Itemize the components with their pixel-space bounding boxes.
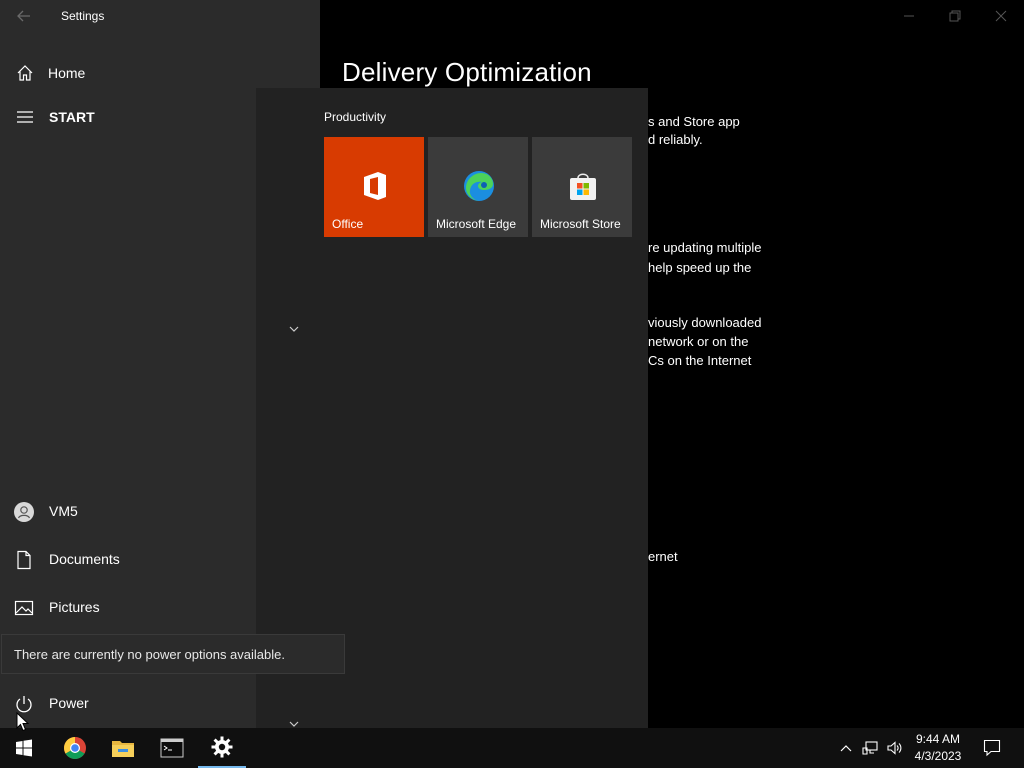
mouse-cursor-icon (16, 712, 30, 732)
chrome-icon (64, 737, 86, 759)
close-icon (995, 10, 1007, 22)
close-button[interactable] (978, 0, 1024, 32)
settings-home-item[interactable]: Home (0, 56, 320, 90)
avatar-icon (14, 502, 34, 522)
power-options-tooltip: There are currently no power options ava… (1, 634, 345, 674)
content-text-fragment: Cs on the Internet (648, 353, 752, 368)
content-text-fragment: re updating multiple (648, 240, 762, 255)
back-arrow-icon[interactable] (14, 6, 34, 26)
start-button[interactable] (0, 728, 48, 768)
content-text-fragment: ernet (648, 549, 678, 564)
settings-gear-icon (211, 736, 233, 758)
restore-button[interactable] (932, 0, 978, 32)
taskbar-clock[interactable]: 9:44 AM 4/3/2023 (908, 731, 968, 765)
start-documents-item[interactable]: Documents (0, 540, 256, 580)
content-text-fragment: help speed up the (648, 260, 752, 275)
start-user-account[interactable]: VM5 (0, 492, 256, 532)
taskbar-terminal[interactable] (148, 728, 196, 768)
start-menu-left-rail: START VM5 Documents Pictures Power (0, 88, 256, 728)
tile-label: Microsoft Edge (436, 217, 517, 231)
chevron-down-icon[interactable] (288, 720, 300, 728)
content-text-fragment: viously downloaded (648, 315, 762, 330)
settings-home-label: Home (48, 65, 86, 81)
file-explorer-icon (112, 741, 134, 757)
start-power-item[interactable]: Power (0, 684, 256, 724)
start-pictures-item[interactable]: Pictures (0, 588, 256, 628)
restore-icon (949, 10, 961, 22)
pictures-label: Pictures (49, 599, 100, 615)
content-text-fragment: s and Store app (648, 114, 740, 129)
office-icon (364, 172, 386, 200)
clock-time: 9:44 AM (915, 732, 961, 746)
tile-group-label: Productivity (324, 110, 387, 124)
windows-start-icon (16, 739, 32, 757)
power-icon (16, 696, 32, 713)
taskbar: 9:44 AM 4/3/2023 (0, 728, 1024, 768)
microsoft-edge-tile[interactable]: Microsoft Edge (428, 137, 528, 237)
home-icon (17, 65, 33, 81)
user-name: VM5 (49, 503, 78, 519)
start-label: START (49, 109, 95, 125)
window-caption-buttons (886, 0, 1024, 32)
hamburger-menu-icon (17, 111, 33, 123)
network-icon[interactable] (862, 740, 878, 756)
documents-label: Documents (49, 551, 120, 567)
taskbar-file-explorer[interactable] (99, 728, 147, 768)
content-text-fragment: network or on the (648, 334, 749, 349)
office-tile[interactable]: Office (324, 137, 424, 237)
tooltip-text: There are currently no power options ava… (14, 647, 285, 662)
tile-label: Microsoft Store (540, 217, 621, 231)
taskbar-settings[interactable] (198, 728, 246, 768)
settings-title-bar: Settings (0, 0, 320, 32)
power-label: Power (49, 695, 89, 711)
clock-date: 4/3/2023 (914, 749, 962, 763)
pictures-icon (14, 600, 34, 616)
chevron-up-icon[interactable] (838, 740, 854, 756)
document-icon (17, 550, 31, 570)
tile-label: Office (332, 217, 364, 231)
store-icon (570, 173, 596, 200)
settings-app-title: Settings (61, 9, 105, 23)
chevron-down-icon[interactable] (288, 325, 300, 333)
content-text-fragment: d reliably. (648, 132, 703, 147)
minimize-button[interactable] (886, 0, 932, 32)
edge-icon (464, 171, 494, 201)
taskbar-chrome[interactable] (51, 728, 99, 768)
start-header[interactable]: START (0, 102, 256, 132)
volume-icon[interactable] (886, 740, 902, 756)
page-title: Delivery Optimization (342, 57, 592, 87)
terminal-icon (160, 738, 184, 758)
microsoft-store-tile[interactable]: Microsoft Store (532, 137, 632, 237)
minimize-icon (904, 15, 914, 17)
action-center-icon[interactable] (983, 739, 1001, 757)
